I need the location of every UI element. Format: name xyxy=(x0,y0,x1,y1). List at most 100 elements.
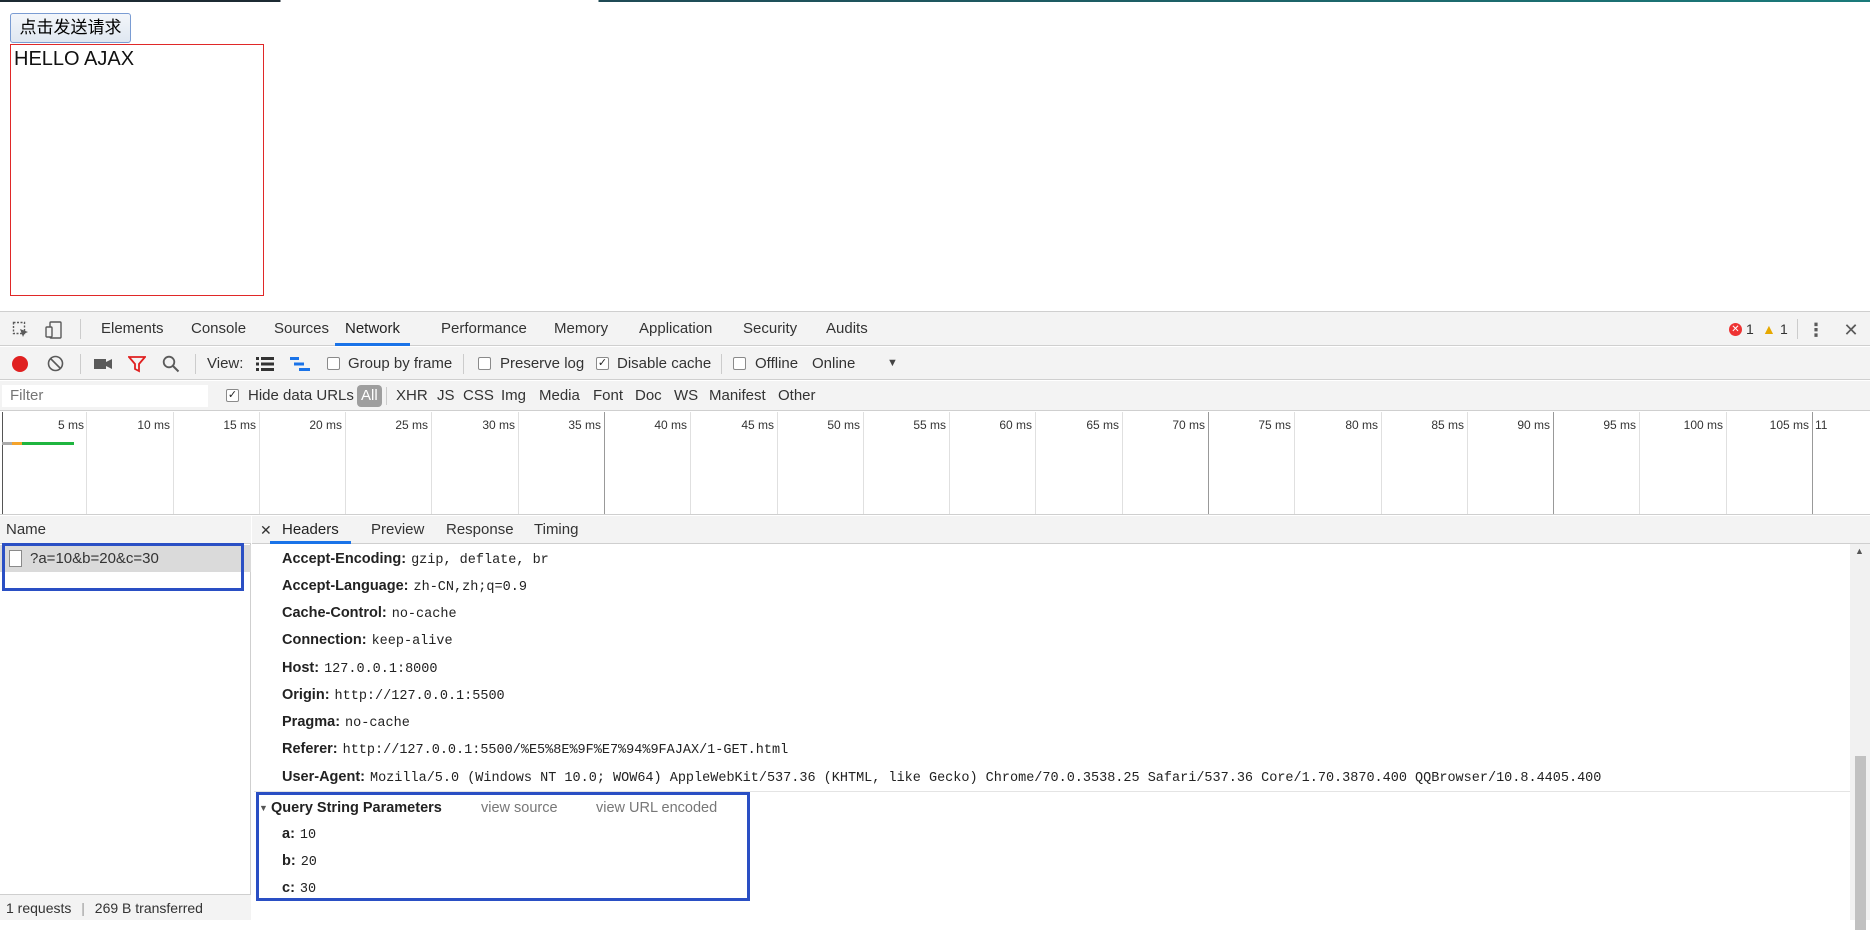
header-row: User-Agent: Mozilla/5.0 (Windows NT 10.0;… xyxy=(282,769,1602,786)
scrollbar-thumb[interactable] xyxy=(1855,756,1866,930)
hide-data-urls-checkbox[interactable]: ✓ xyxy=(226,389,239,402)
timeline-tick: 95 ms xyxy=(1603,418,1636,432)
close-devtools-icon[interactable]: ✕ xyxy=(1842,321,1860,339)
timeline-overview[interactable]: 5 ms 10 ms 15 ms 20 ms 25 ms 30 ms 35 ms… xyxy=(0,412,1870,515)
tab-console[interactable]: Console xyxy=(191,312,246,346)
header-row: Connection: keep-alive xyxy=(282,632,453,649)
more-options-icon[interactable]: ⋮ xyxy=(1807,321,1825,339)
timeline-tick: 15 ms xyxy=(223,418,256,432)
group-by-frame-checkbox[interactable] xyxy=(327,357,340,370)
timeline-tick: 80 ms xyxy=(1345,418,1378,432)
offline-checkbox[interactable] xyxy=(733,357,746,370)
throttling-select[interactable]: Online xyxy=(812,347,855,380)
search-icon[interactable] xyxy=(162,355,180,373)
header-row: Host: 127.0.0.1:8000 xyxy=(282,660,438,677)
waterfall-overview-icon[interactable] xyxy=(290,357,310,371)
scroll-up-icon[interactable]: ▲ xyxy=(1855,546,1864,556)
header-row: Pragma: no-cache xyxy=(282,714,410,731)
timeline-tick: 25 ms xyxy=(395,418,428,432)
filter-type-xhr[interactable]: XHR xyxy=(396,381,428,411)
filter-type-all[interactable]: All xyxy=(357,385,382,407)
timeline-tick: 35 ms xyxy=(568,418,601,432)
filter-type-font[interactable]: Font xyxy=(593,381,623,411)
timeline-tick: 45 ms xyxy=(741,418,774,432)
disable-cache-label: Disable cache xyxy=(617,355,712,372)
timeline-tick: 5 ms xyxy=(57,418,84,432)
devtools-tabbar: Elements Console Sources Network Perform… xyxy=(0,312,1870,346)
detail-tabs: ✕ Headers Preview Response Timing xyxy=(252,516,1870,544)
tab-security[interactable]: Security xyxy=(743,312,797,346)
network-toolbar: View: Group by frame Preserve log ✓ Disa… xyxy=(0,347,1870,380)
filter-icon[interactable] xyxy=(127,355,147,373)
filter-input[interactable] xyxy=(2,385,208,407)
header-row: Cache-Control: no-cache xyxy=(282,605,457,622)
timeline-tick: 40 ms xyxy=(654,418,687,432)
filter-type-doc[interactable]: Doc xyxy=(635,381,662,411)
filter-type-other[interactable]: Other xyxy=(778,381,816,411)
filter-type-ws[interactable]: WS xyxy=(674,381,698,411)
view-label: View: xyxy=(207,355,244,372)
header-row: Accept-Encoding: gzip, deflate, br xyxy=(282,551,549,568)
result-box: HELLO AJAX xyxy=(10,44,264,296)
request-list: Name ?a=10&b=20&c=30 1 requests | 269 B … xyxy=(0,516,251,920)
record-icon[interactable] xyxy=(12,356,28,372)
timeline-tick: 50 ms xyxy=(827,418,860,432)
offline-label: Offline xyxy=(755,355,799,372)
timeline-tick: 85 ms xyxy=(1431,418,1464,432)
tab-response[interactable]: Response xyxy=(446,516,514,544)
timeline-tick: 65 ms xyxy=(1086,418,1119,432)
device-toolbar-icon[interactable] xyxy=(45,321,63,339)
header-row: Referer: http://127.0.0.1:5500/%E5%8E%9F%… xyxy=(282,741,789,758)
timeline-tick: 100 ms xyxy=(1683,418,1723,432)
timeline-tick: 10 ms xyxy=(137,418,170,432)
filter-type-img[interactable]: Img xyxy=(501,381,526,411)
tab-elements[interactable]: Elements xyxy=(101,312,164,346)
screenshot-capture-icon[interactable] xyxy=(93,356,113,372)
filter-type-media[interactable]: Media xyxy=(539,381,580,411)
page-content: 点击发送请求 HELLO AJAX xyxy=(0,2,1870,312)
tab-audits[interactable]: Audits xyxy=(826,312,868,346)
waterfall-bar-connect xyxy=(12,442,22,445)
tab-application[interactable]: Application xyxy=(639,312,712,346)
timeline-tick: 20 ms xyxy=(309,418,342,432)
timeline-tick: 90 ms xyxy=(1517,418,1550,432)
detail-scrollbar[interactable]: ▲ xyxy=(1850,544,1870,930)
inspect-element-icon[interactable] xyxy=(12,321,30,339)
filter-type-js[interactable]: JS xyxy=(437,381,455,411)
highlight-box xyxy=(2,543,244,591)
timeline-tick: 30 ms xyxy=(482,418,515,432)
name-column-header[interactable]: Name xyxy=(0,516,251,544)
header-row: Accept-Language: zh-CN,zh;q=0.9 xyxy=(282,578,527,595)
request-detail: ✕ Headers Preview Response Timing Accept… xyxy=(252,516,1870,930)
error-icon[interactable]: ✕ xyxy=(1729,323,1742,336)
tab-performance[interactable]: Performance xyxy=(441,312,527,346)
error-count[interactable]: 1 xyxy=(1746,312,1754,346)
preserve-log-checkbox[interactable] xyxy=(478,357,491,370)
timeline-tick: 105 ms xyxy=(1769,418,1809,432)
tab-memory[interactable]: Memory xyxy=(554,312,608,346)
tab-timing[interactable]: Timing xyxy=(534,516,578,544)
chevron-down-icon[interactable]: ▼ xyxy=(887,347,898,380)
hide-data-urls-label: Hide data URLs xyxy=(248,387,354,404)
disable-cache-checkbox[interactable]: ✓ xyxy=(596,357,609,370)
tab-preview[interactable]: Preview xyxy=(371,516,424,544)
requests-count: 1 requests xyxy=(6,900,72,916)
filter-type-manifest[interactable]: Manifest xyxy=(709,381,766,411)
tab-headers[interactable]: Headers xyxy=(270,516,351,544)
timeline-tick: 60 ms xyxy=(999,418,1032,432)
highlight-box xyxy=(256,792,750,901)
timeline-tick: 11 xyxy=(1815,418,1828,432)
warning-icon[interactable]: ▲ xyxy=(1762,321,1776,337)
tab-sources[interactable]: Sources xyxy=(274,312,329,346)
filter-type-css[interactable]: CSS xyxy=(463,381,494,411)
tab-network[interactable]: Network xyxy=(335,312,411,346)
clear-icon[interactable] xyxy=(47,355,64,372)
timeline-tick: 75 ms xyxy=(1258,418,1291,432)
waterfall-bar-waiting xyxy=(22,442,74,445)
warning-count[interactable]: 1 xyxy=(1780,312,1788,346)
send-request-button[interactable]: 点击发送请求 xyxy=(10,13,131,43)
timeline-tick: 70 ms xyxy=(1172,418,1205,432)
timeline-tick: 55 ms xyxy=(913,418,946,432)
status-bar: 1 requests | 269 B transferred xyxy=(0,894,251,920)
large-rows-icon[interactable] xyxy=(256,357,274,371)
